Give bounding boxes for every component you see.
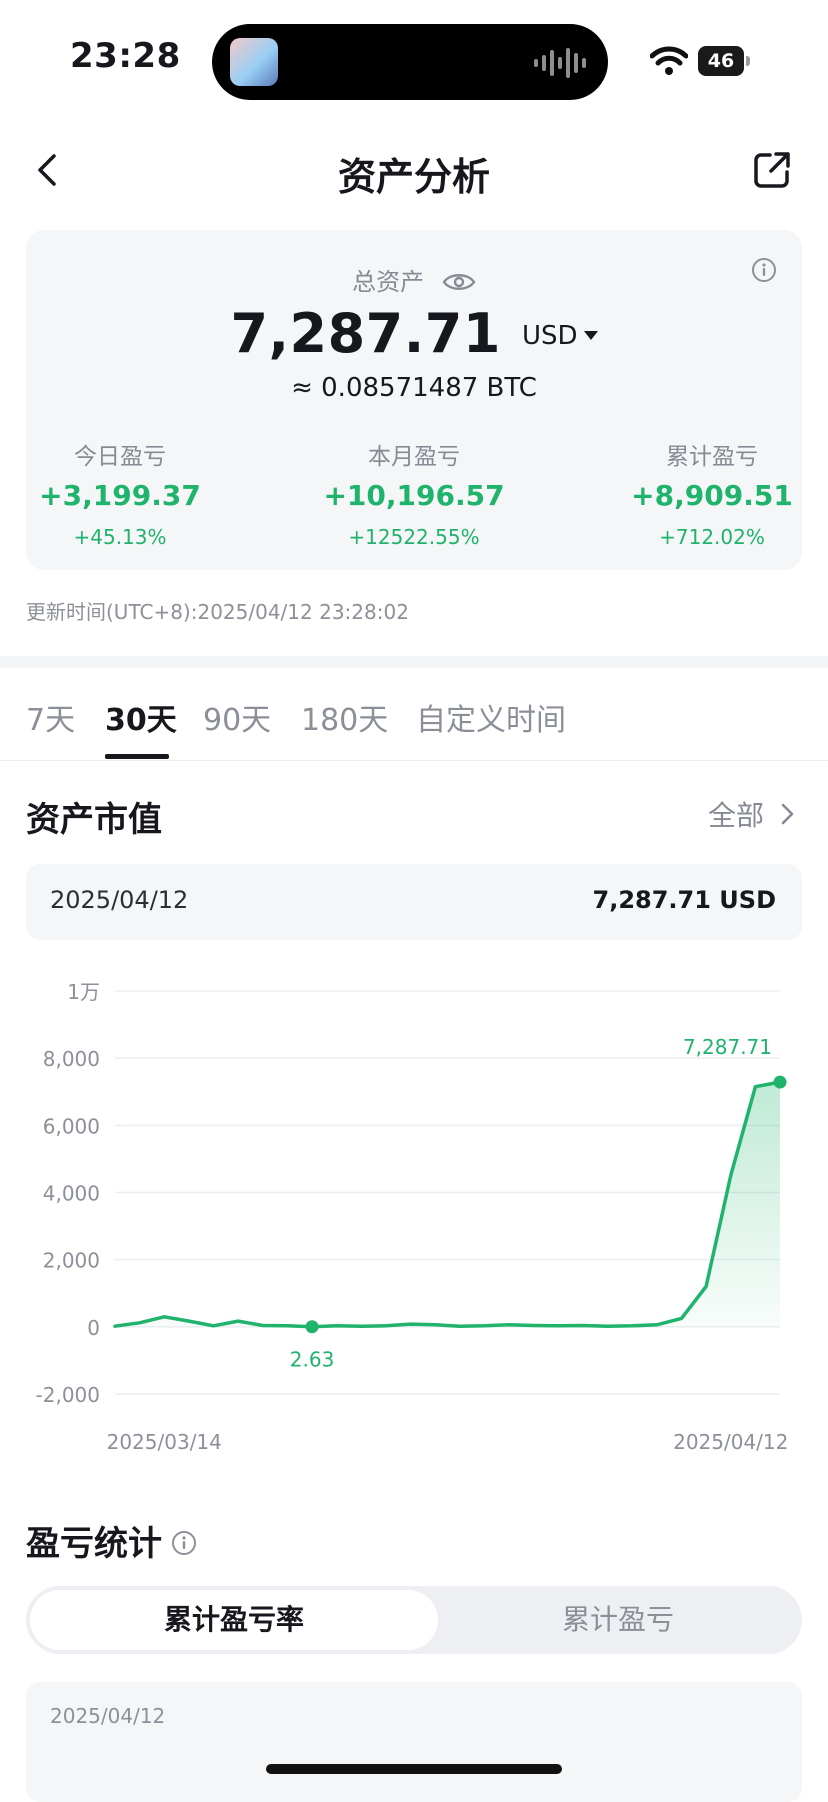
pnl-date: 2025/04/12: [50, 1704, 166, 1728]
stat-percent: +12522.55%: [348, 525, 480, 549]
series-area: [115, 1082, 780, 1327]
stat-value: +3,199.37: [39, 479, 201, 512]
tab-180d[interactable]: 180天: [301, 695, 388, 739]
min-point-marker: [305, 1320, 319, 1334]
total-assets-row: 7,287.71 USD: [0, 302, 828, 365]
y-tick-label: 0: [87, 1316, 100, 1340]
audio-waveform-icon: [534, 48, 586, 78]
pnl-segment-control: 累计盈亏率 累计盈亏: [26, 1586, 802, 1654]
max-point-label: 7,287.71: [683, 1035, 772, 1059]
active-tab-indicator: [105, 754, 169, 759]
segment-cumulative-rate[interactable]: 累计盈亏率: [30, 1590, 438, 1650]
btc-equivalent: ≈ 0.08571487 BTC: [291, 373, 537, 403]
y-tick-label: 1万: [67, 980, 100, 1004]
stat-label: 本月盈亏: [368, 444, 460, 470]
x-tick-label: 2025/03/14: [107, 1430, 222, 1454]
status-time: 23:28: [70, 36, 181, 76]
market-value-title: 资产市值: [26, 800, 162, 840]
view-all-link[interactable]: 全部: [708, 794, 764, 834]
stat-today-pnl: 今日盈亏 +3,199.37 +45.13%: [0, 437, 240, 549]
stat-value: +10,196.57: [323, 479, 505, 512]
tab-7d[interactable]: 7天: [26, 695, 75, 739]
wifi-icon: [650, 46, 688, 75]
y-tick-label: 6,000: [43, 1114, 100, 1138]
stat-month-pnl: 本月盈亏 +10,196.57 +12522.55%: [294, 437, 534, 549]
asset-value-chart[interactable]: 1万 8,000 6,000 4,000 2,000 0 -2,000 2.63 7,287.7…: [0, 960, 828, 1460]
now-playing-artwork: [230, 38, 278, 86]
x-tick-label: 2025/04/12: [673, 1430, 788, 1454]
tab-90d[interactable]: 90天: [203, 695, 271, 739]
tab-30d[interactable]: 30天: [105, 695, 177, 739]
page-title: 资产分析: [337, 155, 490, 199]
currency-selector[interactable]: USD: [522, 321, 578, 351]
eye-visibility-icon[interactable]: [442, 271, 476, 293]
y-tick-label: 8,000: [43, 1047, 100, 1071]
tabs-divider: [0, 760, 828, 761]
chevron-right-icon[interactable]: [780, 802, 796, 826]
update-time: 更新时间(UTC+8):2025/04/12 23:28:02: [26, 600, 409, 624]
stat-percent: +45.13%: [73, 525, 167, 549]
selected-point-box: 2025/04/12 7,287.71 USD: [26, 864, 802, 940]
series-line: [113, 1080, 782, 1329]
section-divider: [0, 656, 828, 668]
tab-custom[interactable]: 自定义时间: [416, 695, 566, 739]
home-indicator[interactable]: [266, 1764, 562, 1774]
caret-down-icon[interactable]: [583, 331, 598, 340]
info-icon[interactable]: [171, 1530, 197, 1556]
segment-cumulative-pnl[interactable]: 累计盈亏: [438, 1590, 798, 1650]
max-point-marker: [773, 1075, 787, 1089]
y-tick-label: 2,000: [43, 1249, 100, 1273]
pnl-date-box: 2025/04/12: [26, 1682, 802, 1802]
total-assets-label-row: 总资产: [0, 262, 828, 297]
min-point-label: 2.63: [290, 1348, 335, 1372]
stat-value: +8,909.51: [631, 479, 793, 512]
stat-cumulative-pnl: 累计盈亏 +8,909.51 +712.02%: [592, 437, 828, 549]
share-icon[interactable]: [752, 150, 792, 190]
stat-label: 今日盈亏: [74, 444, 166, 470]
stat-label: 累计盈亏: [666, 444, 758, 470]
y-tick-label: -2,000: [36, 1383, 100, 1407]
y-tick-label: 4,000: [43, 1182, 100, 1206]
total-assets-label: 总资产: [352, 268, 425, 296]
battery-icon: 46: [698, 46, 750, 76]
stat-percent: +712.02%: [659, 525, 765, 549]
selected-date: 2025/04/12: [50, 886, 189, 914]
pnl-stats-title: 盈亏统计: [26, 1524, 162, 1564]
selected-value: 7,287.71 USD: [592, 886, 776, 914]
dynamic-island[interactable]: [212, 24, 608, 100]
total-assets-value: 7,287.71: [230, 302, 501, 365]
battery-level: 46: [698, 46, 744, 76]
